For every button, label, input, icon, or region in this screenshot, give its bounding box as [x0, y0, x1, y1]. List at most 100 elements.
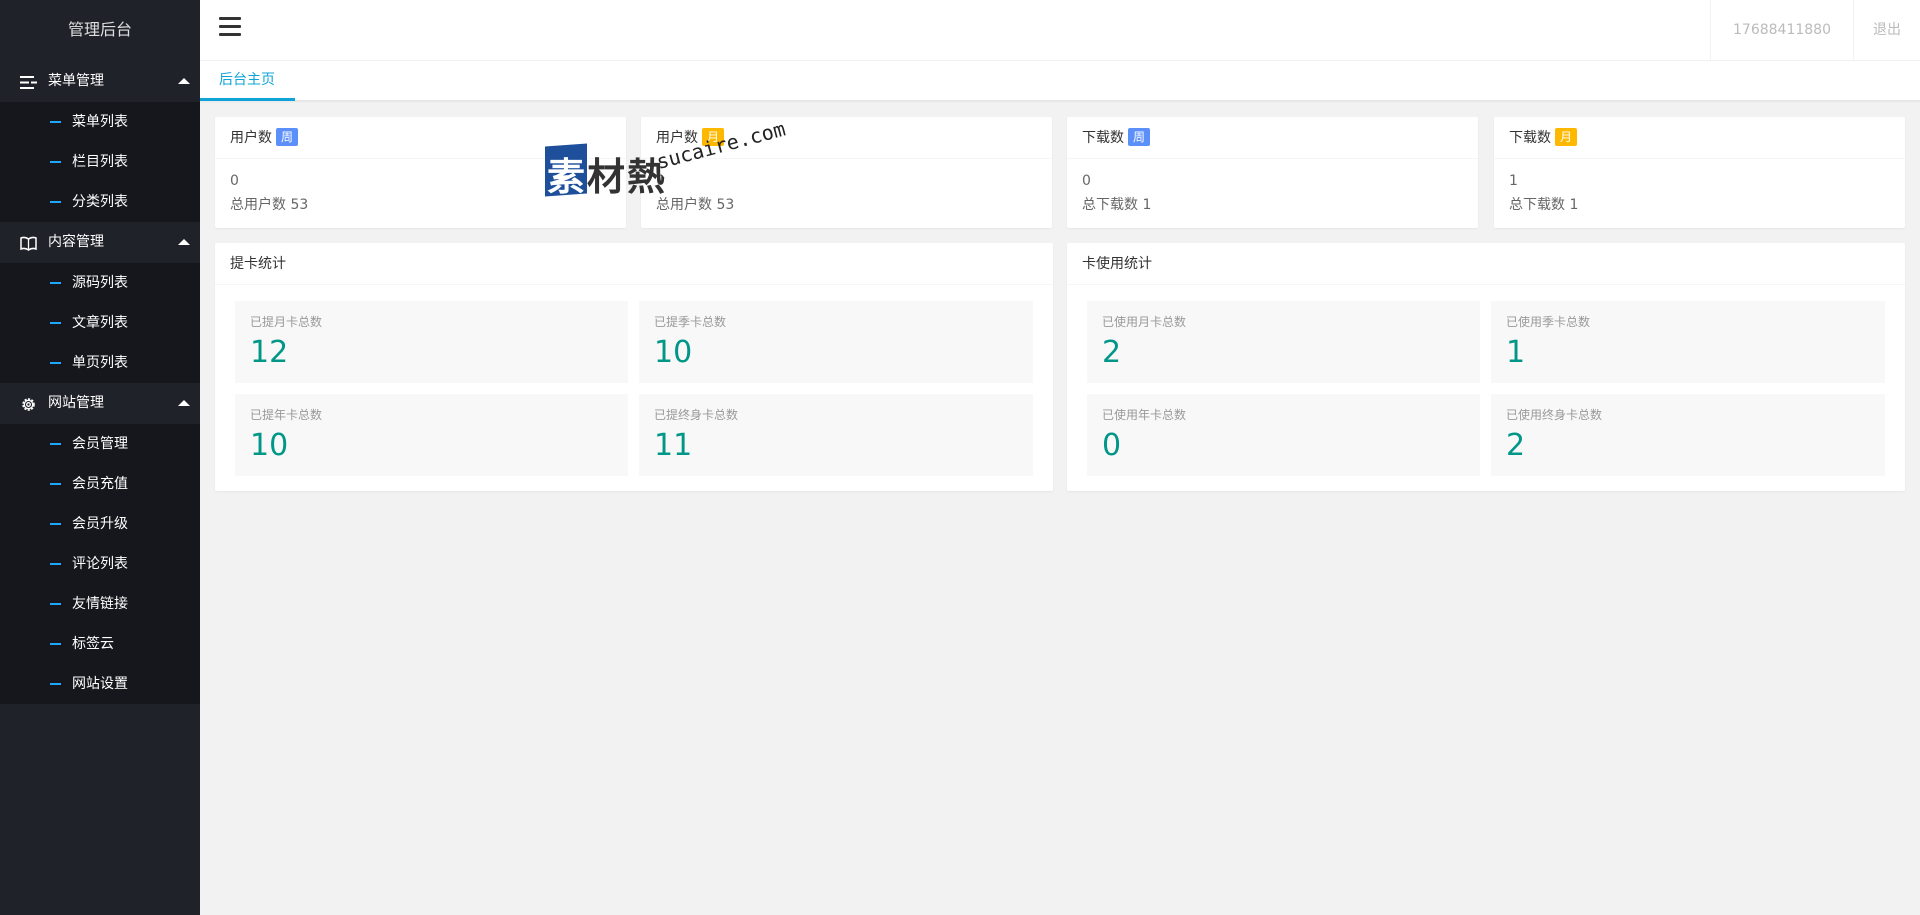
tile-value: 0 [1102, 428, 1122, 463]
hamburger-menu-icon[interactable] [219, 17, 241, 39]
card-body: 1 总下载数 1 [1494, 159, 1905, 227]
card-title: 下载数 [1082, 130, 1124, 146]
sidebar-item-members[interactable]: 会员管理 [0, 424, 200, 464]
menu-head-label: 网站管理 [48, 395, 104, 411]
stat-tile: 已使用季卡总数 1 [1491, 301, 1885, 383]
dash-icon [50, 161, 61, 163]
card-header: 下载数周 [1067, 117, 1478, 159]
sidebar-item-comments[interactable]: 评论列表 [0, 544, 200, 584]
period-badge: 周 [1128, 128, 1151, 146]
logout-button[interactable]: 退出 [1853, 0, 1920, 61]
stat-tile: 已提年卡总数 10 [235, 394, 628, 476]
sidebar-item-label: 单页列表 [72, 355, 128, 371]
dash-icon [50, 201, 61, 203]
menu-head-site[interactable]: 网站管理 [0, 383, 200, 424]
tab-label: 后台主页 [219, 72, 275, 88]
sidebar-item-article-list[interactable]: 文章列表 [0, 303, 200, 343]
tile-label: 已提季卡总数 [654, 315, 727, 329]
sidebar-item-page-list[interactable]: 单页列表 [0, 343, 200, 383]
tile-label: 已使用月卡总数 [1102, 315, 1187, 329]
dash-icon [50, 523, 61, 525]
sidebar-item-label: 栏目列表 [72, 154, 128, 170]
stat-total: 总下载数 1 [1082, 197, 1152, 213]
top-header: 17688411880 退出 [200, 0, 1920, 61]
caret-up-icon [178, 400, 190, 406]
menu-group-site: 网站管理 会员管理 会员充值 会员升级 评论列表 友情链接 标签云 网站设置 [0, 383, 200, 704]
dash-icon [50, 322, 61, 324]
stat-tile: 已提季卡总数 10 [639, 301, 1033, 383]
menu-head-content[interactable]: 内容管理 [0, 222, 200, 263]
tile-value: 10 [654, 335, 693, 370]
stat-tile: 已使用年卡总数 0 [1087, 394, 1480, 476]
dash-icon [50, 643, 61, 645]
card-title: 用户数 [230, 130, 272, 146]
sidebar-item-member-recharge[interactable]: 会员充值 [0, 464, 200, 504]
stat-card-downloads-month: 下载数月 1 总下载数 1 [1494, 117, 1905, 228]
menu-group-content: 内容管理 源码列表 文章列表 单页列表 [0, 222, 200, 383]
sidebar-item-label: 源码列表 [72, 275, 128, 291]
sidebar-item-label: 网站设置 [72, 676, 128, 692]
dash-icon [50, 683, 61, 685]
sidebar-item-tag-cloud[interactable]: 标签云 [0, 624, 200, 664]
card-title: 下载数 [1509, 130, 1551, 146]
tile-value: 2 [1102, 335, 1122, 370]
tab-home[interactable]: 后台主页 [200, 61, 295, 101]
sidebar: 管理后台 菜单管理 菜单列表 栏目列表 分类列表 内容管理 源码列表 文章列表 … [0, 0, 200, 915]
stat-value: 0 [1082, 173, 1091, 189]
panel-card-withdraw-stats: 提卡统计 已提月卡总数 12 已提季卡总数 10 已提年卡总数 10 已提终身卡… [215, 243, 1053, 491]
list-icon [20, 76, 37, 89]
card-body: 0 总下载数 1 [1067, 159, 1478, 227]
sidebar-item-site-settings[interactable]: 网站设置 [0, 664, 200, 704]
dash-icon [50, 563, 61, 565]
user-phone[interactable]: 17688411880 [1710, 0, 1853, 61]
submenu: 会员管理 会员充值 会员升级 评论列表 友情链接 标签云 网站设置 [0, 424, 200, 704]
tile-value: 12 [250, 335, 289, 370]
sidebar-item-label: 友情链接 [72, 596, 128, 612]
tile-label: 已使用年卡总数 [1102, 408, 1187, 422]
sidebar-item-member-upgrade[interactable]: 会员升级 [0, 504, 200, 544]
sidebar-item-category-list[interactable]: 分类列表 [0, 182, 200, 222]
sidebar-item-menu-list[interactable]: 菜单列表 [0, 102, 200, 142]
tile-value: 1 [1506, 335, 1526, 370]
app-logo[interactable]: 管理后台 [0, 0, 200, 61]
menu-head-menu[interactable]: 菜单管理 [0, 61, 200, 102]
stat-tile: 已提终身卡总数 11 [639, 394, 1033, 476]
tile-label: 已提月卡总数 [250, 315, 323, 329]
submenu: 源码列表 文章列表 单页列表 [0, 263, 200, 383]
sidebar-item-label: 菜单列表 [72, 114, 128, 130]
menu-group-menu: 菜单管理 菜单列表 栏目列表 分类列表 [0, 61, 200, 222]
caret-up-icon [178, 239, 190, 245]
submenu: 菜单列表 栏目列表 分类列表 [0, 102, 200, 222]
tile-label: 已使用季卡总数 [1506, 315, 1591, 329]
tile-value: 10 [250, 428, 289, 463]
sidebar-item-label: 会员升级 [72, 516, 128, 532]
stat-tile: 已使用月卡总数 2 [1087, 301, 1480, 383]
tab-bar: 后台主页 [200, 61, 1920, 101]
sidebar-item-label: 文章列表 [72, 315, 128, 331]
sidebar-item-source-list[interactable]: 源码列表 [0, 263, 200, 303]
stat-tile: 已提月卡总数 12 [235, 301, 628, 383]
sidebar-item-label: 标签云 [72, 636, 114, 652]
menu-head-label: 内容管理 [48, 234, 104, 250]
caret-up-icon [178, 78, 190, 84]
stat-tile: 已使用终身卡总数 2 [1491, 394, 1885, 476]
dash-icon [50, 282, 61, 284]
watermark-char: 素 [547, 155, 586, 199]
watermark: 素 材 熱 sucaire.com [545, 117, 795, 202]
tile-label: 已提终身卡总数 [654, 408, 739, 422]
sidebar-item-label: 评论列表 [72, 556, 128, 572]
tab-active-indicator [200, 98, 295, 101]
sidebar-item-label: 会员管理 [72, 436, 128, 452]
sidebar-item-column-list[interactable]: 栏目列表 [0, 142, 200, 182]
watermark-char: 材 [587, 155, 626, 199]
book-icon [20, 236, 37, 251]
sidebar-item-label: 分类列表 [72, 194, 128, 210]
gear-icon [22, 398, 35, 411]
menu-head-label: 菜单管理 [48, 73, 104, 89]
dash-icon [50, 362, 61, 364]
sidebar-item-friend-links[interactable]: 友情链接 [0, 584, 200, 624]
tile-label: 已提年卡总数 [250, 408, 323, 422]
card-header: 下载数月 [1494, 117, 1905, 159]
dash-icon [50, 121, 61, 123]
stat-total: 总下载数 1 [1509, 197, 1579, 213]
